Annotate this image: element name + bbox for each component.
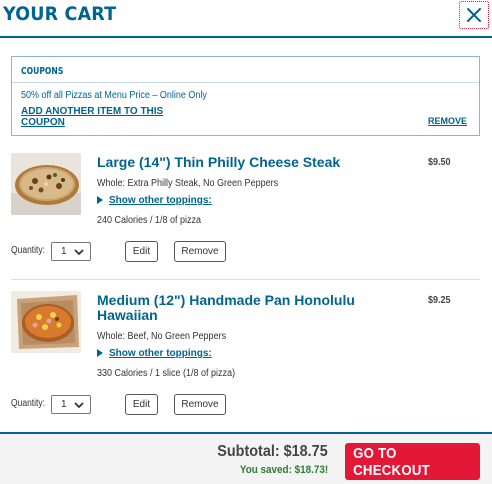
quantity-select[interactable]: 1 [51,242,91,261]
cart-title: YOUR CART [3,3,117,25]
item-calories: 240 Calories / 1/8 of pizza [97,215,202,226]
pizza-image [11,291,81,353]
item-calories: 330 Calories / 1 slice (1/8 of pizza) [97,368,236,379]
item-price: $9.50 [428,157,451,168]
expand-arrow-icon [97,349,103,357]
cart-footer: Subtotal: $18.75 You saved: $18.73! GO T… [0,432,492,484]
quantity-value: 1 [61,246,67,257]
item-toppings: Whole: Beef, No Green Peppers [97,331,227,342]
quantity-value: 1 [61,399,67,410]
remove-button[interactable]: Remove [174,241,226,262]
chevron-down-icon [74,402,84,409]
cart-content[interactable]: COUPONS 50% off all Pizzas at Menu Price… [0,38,492,432]
item-name: Large (14") Thin Philly Cheese Steak [97,154,341,170]
coupon-description: 50% off all Pizzas at Menu Price – Onlin… [21,90,207,101]
close-button[interactable] [459,1,489,29]
quantity-select[interactable]: 1 [51,395,91,414]
show-other-toppings-toggle[interactable]: Show other toppings: [97,195,212,206]
checkout-label: GO TO CHECKOUT [353,444,431,479]
edit-button[interactable]: Edit [125,394,158,415]
toggle-label: Show other toppings: [109,195,212,206]
add-item-to-coupon-link[interactable]: ADD ANOTHER ITEM TO THIS COUPON [21,106,191,128]
show-other-toppings-toggle[interactable]: Show other toppings: [97,348,212,359]
subtotal: Subtotal: $18.75 [217,443,328,460]
coupon-divider [12,82,479,83]
close-icon [467,8,481,22]
remove-coupon-link[interactable]: REMOVE [428,116,467,126]
expand-arrow-icon [97,196,103,204]
checkout-button[interactable]: GO TO CHECKOUT [345,443,480,480]
toggle-label: Show other toppings: [109,348,212,359]
quantity-label: Quantity: [11,398,46,409]
coupon-heading: COUPONS [21,66,64,77]
item-name: Medium (12") Handmade Pan Honolulu Hawai… [97,292,355,323]
edit-button[interactable]: Edit [125,241,158,262]
remove-button[interactable]: Remove [174,394,226,415]
chevron-down-icon [74,249,84,256]
item-price: $9.25 [428,295,451,306]
cart-header: YOUR CART [0,0,492,36]
coupon-panel: COUPONS 50% off all Pizzas at Menu Price… [11,56,480,136]
savings-amount: You saved: $18.73! [239,464,328,476]
quantity-label: Quantity: [11,245,46,256]
item-divider [11,279,480,280]
pizza-image [11,153,81,215]
item-toppings: Whole: Extra Philly Steak, No Green Pepp… [97,178,279,189]
